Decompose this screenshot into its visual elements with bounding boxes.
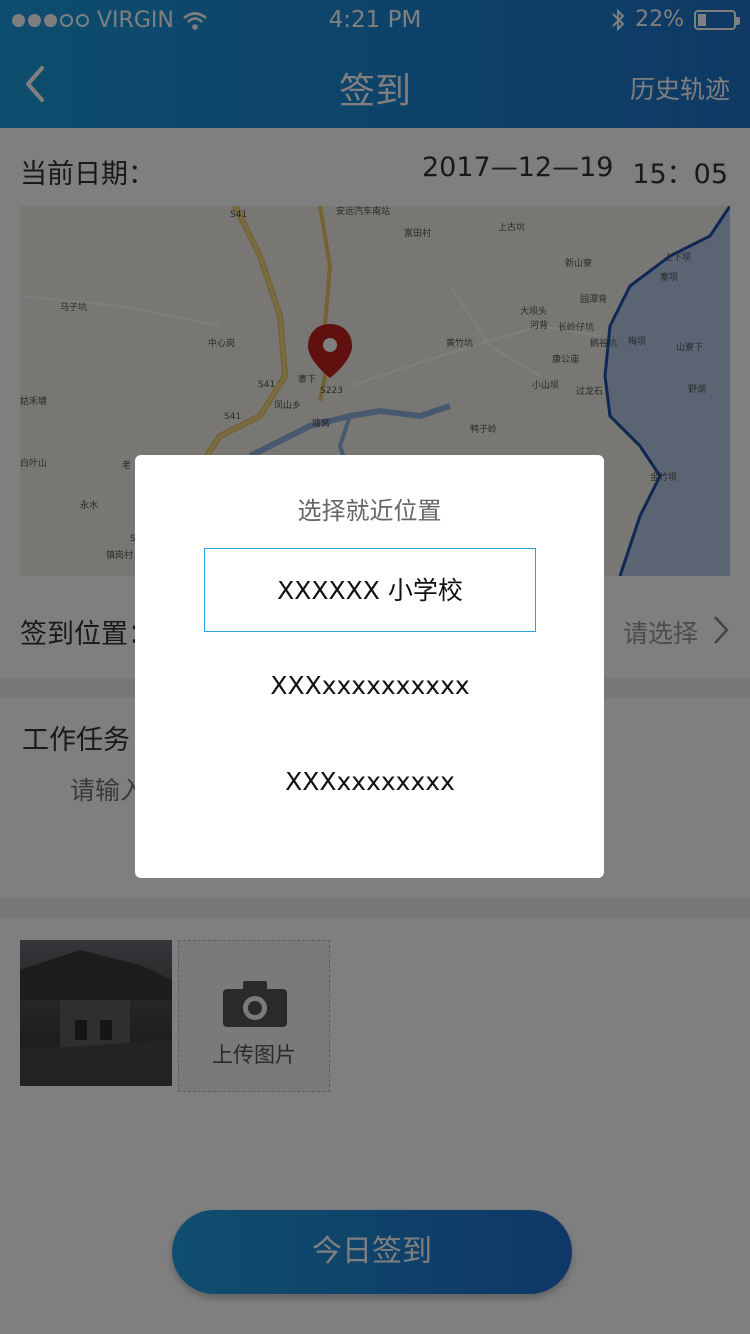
nearby-location-dialog: 选择就近位置 XXXXXX 小学校 XXXxxxxxxxxxx XXXxxxxx… (135, 455, 604, 878)
location-option[interactable]: XXXXXX 小学校 (204, 548, 536, 632)
dialog-title: 选择就近位置 (297, 497, 442, 525)
location-option[interactable]: XXXxxxxxxxx (204, 740, 536, 824)
location-option[interactable]: XXXxxxxxxxxxx (204, 644, 536, 728)
